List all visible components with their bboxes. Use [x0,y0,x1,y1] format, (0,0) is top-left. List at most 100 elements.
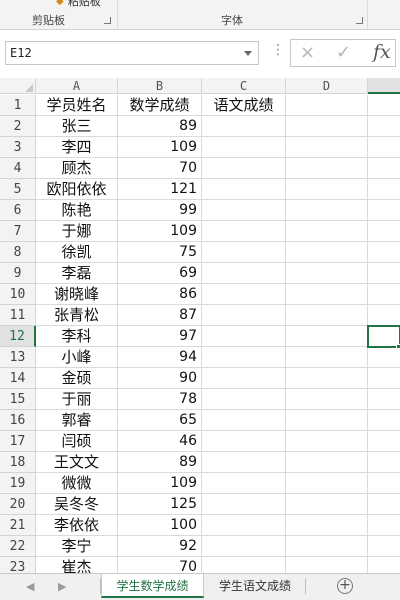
cell-name[interactable]: 李科 [36,326,118,347]
cell-d[interactable] [286,494,368,515]
cell-name[interactable]: 于娜 [36,221,118,242]
cell-math-score[interactable]: 75 [118,242,202,263]
cell-chinese-score[interactable] [202,410,286,431]
column-header-e[interactable] [368,78,400,94]
scroll-right-icon[interactable]: ▶ [58,580,66,593]
cell-e[interactable] [368,410,400,431]
cell-d[interactable] [286,263,368,284]
clipboard-launcher-icon[interactable] [104,17,111,24]
cell-d[interactable] [286,368,368,389]
cell-name[interactable]: 徐凯 [36,242,118,263]
fill-handle[interactable] [396,344,400,349]
cell-e[interactable] [368,536,400,557]
cell-math-score[interactable]: 109 [118,137,202,158]
cell-e[interactable] [368,221,400,242]
row-header[interactable]: 5 [0,179,36,200]
cell-chinese-score[interactable] [202,242,286,263]
cell-chinese-score[interactable] [202,221,286,242]
cell-name[interactable]: 谢晓峰 [36,284,118,305]
cell-e[interactable] [368,116,400,137]
header-cell-math-score[interactable]: 数学成绩 [118,95,202,116]
row-header[interactable]: 4 [0,158,36,179]
row-header[interactable]: 17 [0,431,36,452]
select-all-corner[interactable] [0,78,36,94]
cell-math-score[interactable]: 100 [118,515,202,536]
cell-d[interactable] [286,305,368,326]
column-header-c[interactable]: C [202,78,286,94]
cell-e[interactable] [368,389,400,410]
cell-math-score[interactable]: 99 [118,200,202,221]
cell-math-score[interactable]: 89 [118,452,202,473]
cell-name[interactable]: 张青松 [36,305,118,326]
cell-d[interactable] [286,137,368,158]
cell-d[interactable] [286,116,368,137]
row-header[interactable]: 10 [0,284,36,305]
column-header-b[interactable]: B [118,78,202,94]
cell-chinese-score[interactable] [202,284,286,305]
cell-name[interactable]: 李宁 [36,536,118,557]
cell-d[interactable] [286,473,368,494]
cell-chinese-score[interactable] [202,473,286,494]
cell-name[interactable]: 微微 [36,473,118,494]
cell-d[interactable] [286,452,368,473]
cell-math-score[interactable]: 70 [118,158,202,179]
cell-name[interactable]: 张三 [36,116,118,137]
cell-e[interactable] [368,200,400,221]
cell-d[interactable] [286,179,368,200]
cell-name[interactable]: 小峰 [36,347,118,368]
row-header[interactable]: 15 [0,389,36,410]
cell-chinese-score[interactable] [202,305,286,326]
cell-d[interactable] [286,536,368,557]
column-header-d[interactable]: D [286,78,368,94]
cell-name[interactable]: 闫硕 [36,431,118,452]
cell-chinese-score[interactable] [202,368,286,389]
cell-math-score[interactable]: 90 [118,368,202,389]
cell-chinese-score[interactable] [202,431,286,452]
cell-name[interactable]: 金硕 [36,368,118,389]
row-header[interactable]: 13 [0,347,36,368]
cell-math-score[interactable]: 92 [118,536,202,557]
cell-d[interactable] [286,431,368,452]
column-header-a[interactable]: A [36,78,118,94]
cell-name[interactable]: 李磊 [36,263,118,284]
cell-chinese-score[interactable] [202,116,286,137]
cell-d[interactable] [286,200,368,221]
cell-math-score[interactable]: 121 [118,179,202,200]
row-header[interactable]: 11 [0,305,36,326]
header-cell-e[interactable] [368,95,400,116]
cell-math-score[interactable]: 46 [118,431,202,452]
row-header[interactable]: 21 [0,515,36,536]
scroll-left-icon[interactable]: ◀ [26,580,34,593]
cell-name[interactable]: 于丽 [36,389,118,410]
cell-chinese-score[interactable] [202,137,286,158]
font-launcher-icon[interactable] [356,17,363,24]
cell-e[interactable] [368,473,400,494]
cell-chinese-score[interactable] [202,389,286,410]
cell-math-score[interactable]: 69 [118,263,202,284]
paste-button-partial[interactable]: ◆ 粘贴板 [56,0,101,9]
row-header[interactable]: 12 [0,326,36,347]
cell-math-score[interactable]: 65 [118,410,202,431]
cell-name[interactable]: 陈艳 [36,200,118,221]
cell-d[interactable] [286,347,368,368]
insert-function-icon[interactable]: fx [373,41,391,63]
row-header[interactable]: 1 [0,95,36,116]
cell-chinese-score[interactable] [202,347,286,368]
formula-bar-resize-handle[interactable]: ⋮ [271,43,285,57]
cell-math-score[interactable]: 78 [118,389,202,410]
cell-e[interactable] [368,368,400,389]
cell-name[interactable]: 顾杰 [36,158,118,179]
cell-e[interactable] [368,242,400,263]
cell-chinese-score[interactable] [202,326,286,347]
sheet-tab-chinese[interactable]: 学生语文成绩 [206,574,304,598]
row-header[interactable]: 16 [0,410,36,431]
cell-chinese-score[interactable] [202,452,286,473]
cell-e[interactable] [368,305,400,326]
cell-chinese-score[interactable] [202,200,286,221]
cell-name[interactable]: 李四 [36,137,118,158]
cell-name[interactable]: 吴冬冬 [36,494,118,515]
cell-d[interactable] [286,326,368,347]
cell-d[interactable] [286,515,368,536]
row-header[interactable]: 8 [0,242,36,263]
cell-d[interactable] [286,158,368,179]
